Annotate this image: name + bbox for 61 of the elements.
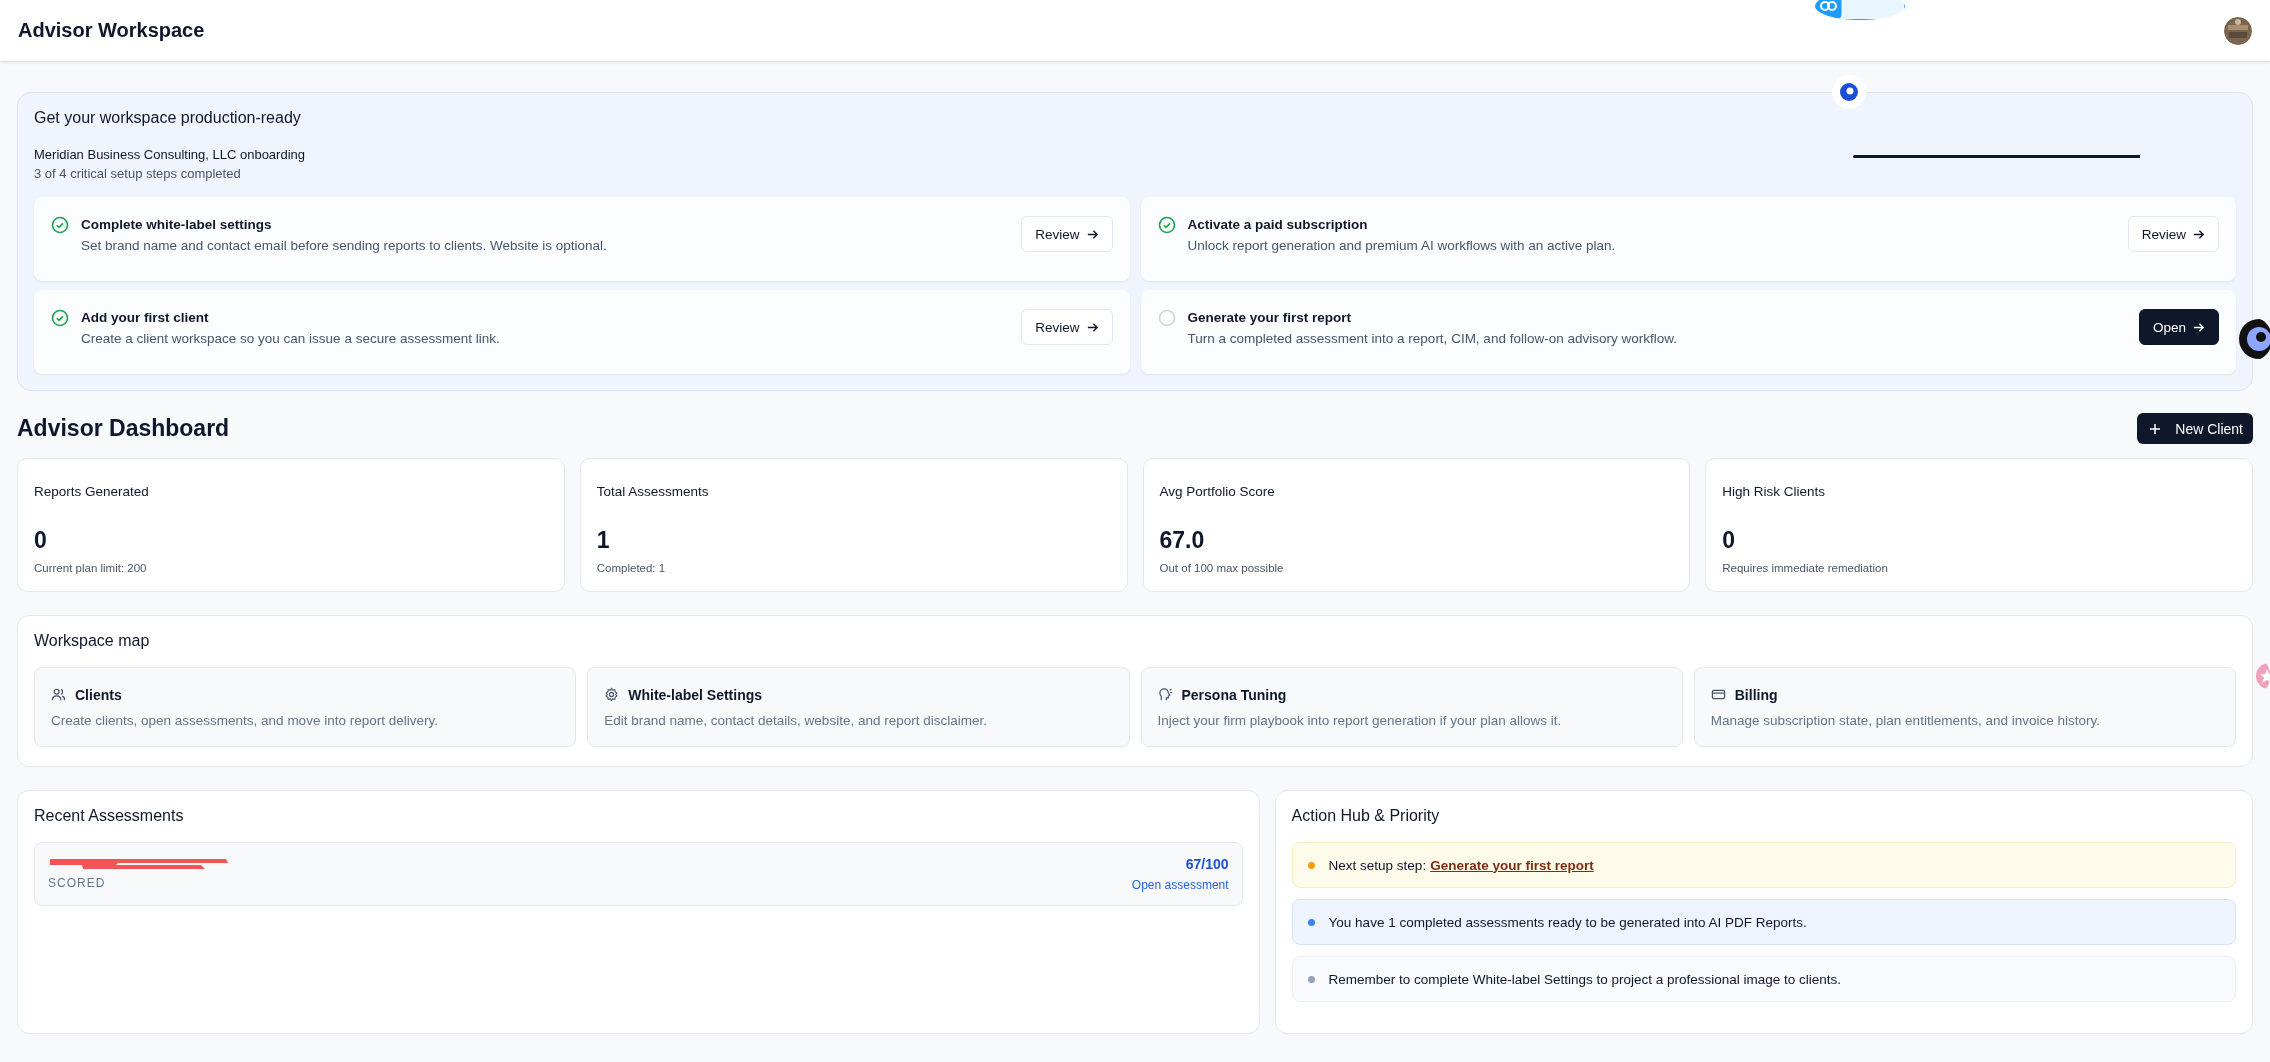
panel-title: Recent Assessments <box>34 807 185 825</box>
review-button[interactable]: Review <box>2127 216 2219 252</box>
workspace-link-card[interactable]: Persona Tuning Inject your firm playbook into report generation if your plan allows it. <box>1140 667 1683 747</box>
card-description: Manage subscription state, plan entitlements, and invoice history. <box>1710 712 2101 728</box>
setup-step-link[interactable]: Generate your first report <box>1430 857 1594 873</box>
step-title: Complete white-label settings <box>81 217 273 232</box>
review-button[interactable]: Review <box>1021 309 1113 345</box>
priority-text: Next setup step: <box>1328 857 1427 873</box>
assessment-row[interactable]: SCORED 67/100 Open assessment <box>34 842 1243 906</box>
workspace-link-card[interactable]: Billing Manage subscription state, plan entitlements, and invoice history. <box>1693 667 2236 747</box>
priority-text: You have 1 completed assessments ready to be generated into AI PDF Reports. <box>1328 914 1807 930</box>
stat-value: 67.0 <box>1159 527 1206 554</box>
dashboard-title: Advisor Dashboard <box>17 415 230 442</box>
step-description: Set brand name and contact email before sending reports to clients. Website is optional. <box>81 238 608 253</box>
setup-title: Get your workspace production-ready <box>34 109 301 126</box>
card-description: Inject your firm playbook into report generation if your plan allows it. <box>1157 712 1563 728</box>
stat-note: Requires immediate remediation <box>1722 562 1889 574</box>
review-button[interactable]: Review <box>1021 216 1113 252</box>
card-description: Edit brand name, contact details, website, and report disclaimer. <box>604 712 988 728</box>
card-title: White-label Settings <box>628 686 763 703</box>
head-icon <box>1157 687 1173 702</box>
stat-value: 0 <box>1722 527 1737 554</box>
priority-text: Remember to complete White-label Settings to project a professional image to clients. <box>1328 971 1842 987</box>
workspace-link-card[interactable]: Clients Create clients, open assessments, and move into report delivery. <box>34 667 577 747</box>
step-title: Activate a paid subscription <box>1187 217 1369 232</box>
card-title: Clients <box>75 686 122 703</box>
stat-label: Reports Generated <box>34 484 150 499</box>
stat-note: Current plan limit: 200 <box>34 562 148 574</box>
card-title: Billing <box>1734 686 1778 703</box>
stat-note: Out of 100 max possible <box>1159 562 1285 574</box>
step-title: Add your first client <box>81 310 210 325</box>
stat-value: 1 <box>596 527 611 554</box>
step-description: Create a client workspace so you can issue a secure assessment link. <box>81 331 501 346</box>
open-button[interactable]: Open <box>2138 309 2219 345</box>
settings-icon <box>604 687 620 702</box>
upload-badge-icon[interactable] <box>1815 0 1905 20</box>
open-assessment-link[interactable]: Open assessment <box>1131 878 1229 892</box>
card-description: Create clients, open assessments, and move into report delivery. <box>51 712 439 728</box>
step-description: Unlock report generation and premium AI workflows with an active plan. <box>1187 238 1617 253</box>
plus-icon <box>2149 422 2162 435</box>
stat-label: Total Assessments <box>596 484 710 499</box>
app-title: Advisor Workspace <box>18 19 205 42</box>
assessment-score: 67/100 <box>1185 856 1229 872</box>
progress-text: 3 of 4 critical setup steps completed <box>34 166 242 181</box>
card-title: Persona Tuning <box>1181 686 1287 703</box>
new-client-button[interactable]: New Client <box>2137 413 2253 444</box>
stat-label: Avg Portfolio Score <box>1159 484 1276 499</box>
step-title: Generate your first report <box>1187 310 1353 325</box>
step-description: Turn a completed assessment into a report, CIM, and follow-on advisory workflow. <box>1187 331 1678 346</box>
credit-card-icon <box>1710 687 1726 702</box>
assessment-status: SCORED <box>48 876 107 890</box>
workspace-link-card[interactable]: White-label Settings Edit brand name, contact details, website, and report disclaimer. <box>587 667 1130 747</box>
panel-title: Workspace map <box>34 632 151 650</box>
onboarding-title: Meridian Business Consulting, LLC onboarding <box>34 147 305 162</box>
stat-label: High Risk Clients <box>1722 484 1827 499</box>
floating-star-icon[interactable] <box>2255 662 2270 690</box>
stat-note: Completed: 1 <box>596 562 667 574</box>
panel-title: Action Hub & Priority <box>1291 807 1441 825</box>
avatar-icon[interactable] <box>2224 16 2252 45</box>
users-icon <box>51 687 66 702</box>
stat-value: 0 <box>34 527 48 554</box>
